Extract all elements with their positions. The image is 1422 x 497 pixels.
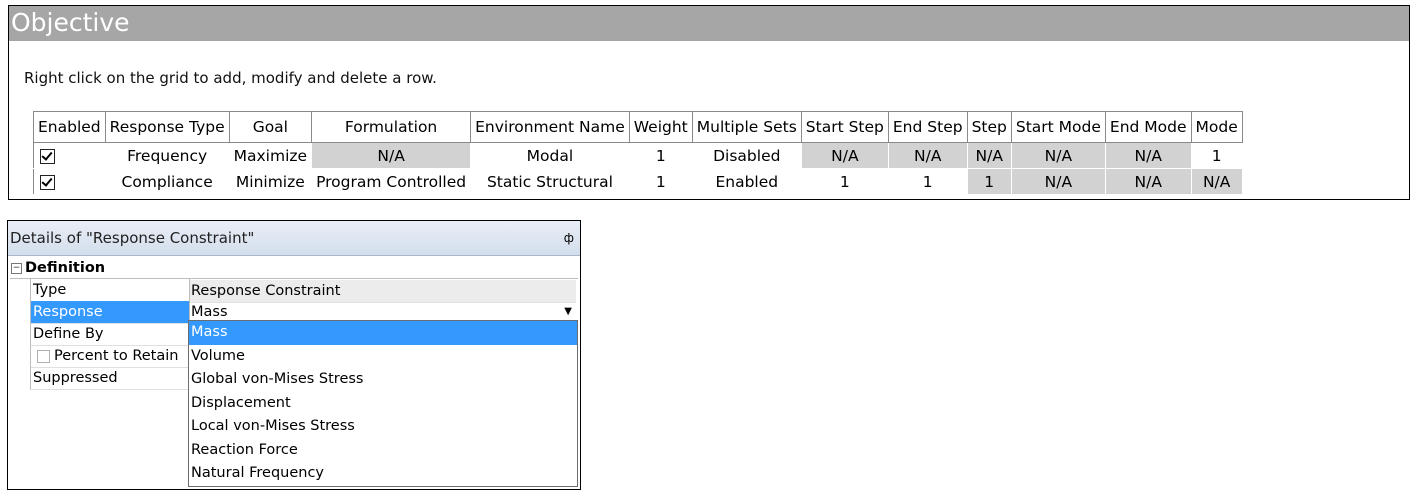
multiple-sets-cell[interactable]: Disabled	[692, 142, 802, 169]
weight-cell[interactable]: 1	[629, 142, 693, 169]
enabled-cell[interactable]	[33, 142, 106, 169]
collapse-icon[interactable]: −	[11, 262, 22, 274]
dropdown-option-volume[interactable]: Volume	[189, 345, 577, 369]
column-header-enabled[interactable]: Enabled	[33, 111, 106, 143]
start-step-cell[interactable]: 1	[801, 168, 889, 194]
table-row[interactable]: Frequency Maximize N/A Modal 1 Disabled …	[33, 142, 1243, 169]
details-title: Details of "Response Constraint"	[10, 229, 255, 247]
formulation-cell[interactable]: Program Controlled	[311, 168, 472, 194]
pin-icon[interactable]: ф	[564, 221, 574, 255]
formulation-cell: N/A	[311, 142, 472, 169]
details-panel: Details of "Response Constraint" ф − Defi…	[7, 220, 581, 490]
objective-instructions: Right click on the grid to add, modify a…	[24, 69, 437, 87]
dropdown-option-local-von-mises-stress[interactable]: Local von-Mises Stress	[189, 415, 577, 439]
end-mode-cell: N/A	[1105, 142, 1192, 169]
dropdown-option-natural-frequency[interactable]: Natural Frequency	[189, 462, 577, 486]
percent-to-retain-checkbox	[37, 349, 50, 363]
objective-title: Objective	[9, 6, 1409, 41]
column-header-start-mode[interactable]: Start Mode	[1010, 111, 1106, 143]
step-cell: N/A	[967, 142, 1012, 169]
property-value: Response Constraint	[190, 279, 576, 303]
end-step-cell[interactable]: 1	[888, 168, 968, 194]
column-header-mode[interactable]: Mode	[1190, 111, 1243, 143]
column-header-environment-name[interactable]: Environment Name	[470, 111, 630, 143]
details-titlebar: Details of "Response Constraint" ф	[8, 221, 580, 256]
environment-name-cell[interactable]: Modal	[470, 142, 630, 169]
enabled-checkbox[interactable]	[40, 148, 55, 164]
column-header-weight[interactable]: Weight	[628, 111, 693, 143]
dropdown-option-global-von-mises-stress[interactable]: Global von-Mises Stress	[189, 368, 577, 392]
weight-cell[interactable]: 1	[629, 168, 693, 194]
column-header-end-mode[interactable]: End Mode	[1104, 111, 1192, 143]
column-header-response-type[interactable]: Response Type	[104, 111, 230, 143]
response-dropdown-list[interactable]: Mass Volume Global von-Mises Stress Disp…	[188, 320, 578, 487]
end-step-cell: N/A	[888, 142, 968, 169]
start-mode-cell: N/A	[1011, 142, 1106, 169]
mode-cell[interactable]: 1	[1191, 142, 1243, 169]
column-header-formulation[interactable]: Formulation	[311, 111, 472, 143]
column-header-end-step[interactable]: End Step	[887, 111, 968, 143]
dropdown-option-mass[interactable]: Mass	[189, 321, 577, 345]
start-mode-cell: N/A	[1011, 168, 1106, 194]
multiple-sets-cell[interactable]: Enabled	[692, 168, 802, 194]
property-label: Suppressed	[30, 367, 190, 390]
property-label: Percent to Retain	[54, 348, 179, 364]
grid-header-row: Enabled Response Type Goal Formulation E…	[33, 111, 1243, 143]
step-cell: 1	[967, 168, 1012, 194]
column-header-start-step[interactable]: Start Step	[800, 111, 889, 143]
response-type-cell[interactable]: Compliance	[105, 168, 230, 194]
table-row[interactable]: Compliance Minimize Program Controlled S…	[33, 168, 1243, 194]
property-label: Define By	[30, 323, 190, 346]
enabled-checkbox[interactable]	[40, 174, 55, 190]
column-header-goal[interactable]: Goal	[228, 111, 313, 143]
objective-grid[interactable]: Enabled Response Type Goal Formulation E…	[33, 111, 1243, 194]
section-title: Definition	[25, 260, 106, 276]
environment-name-cell[interactable]: Static Structural	[470, 168, 630, 194]
dropdown-option-displacement[interactable]: Displacement	[189, 392, 577, 416]
start-step-cell: N/A	[801, 142, 889, 169]
section-definition[interactable]: − Definition	[10, 258, 578, 279]
objective-panel: Objective Right click on the grid to add…	[8, 5, 1410, 200]
property-label-with-checkbox: Percent to Retain	[30, 345, 190, 368]
response-select-value: Mass	[191, 304, 228, 320]
property-label: Response	[30, 301, 190, 324]
enabled-cell[interactable]	[33, 168, 106, 194]
response-type-cell[interactable]: Frequency	[105, 142, 230, 169]
column-header-step[interactable]: Step	[966, 111, 1012, 143]
column-header-multiple-sets[interactable]: Multiple Sets	[691, 111, 802, 143]
property-label: Type	[30, 279, 190, 302]
goal-cell[interactable]: Maximize	[229, 142, 313, 169]
mode-cell: N/A	[1191, 168, 1243, 194]
goal-cell[interactable]: Minimize	[229, 168, 313, 194]
dropdown-option-reaction-force[interactable]: Reaction Force	[189, 439, 577, 463]
property-row-type[interactable]: Type Response Constraint	[10, 279, 578, 303]
end-mode-cell: N/A	[1105, 168, 1192, 194]
